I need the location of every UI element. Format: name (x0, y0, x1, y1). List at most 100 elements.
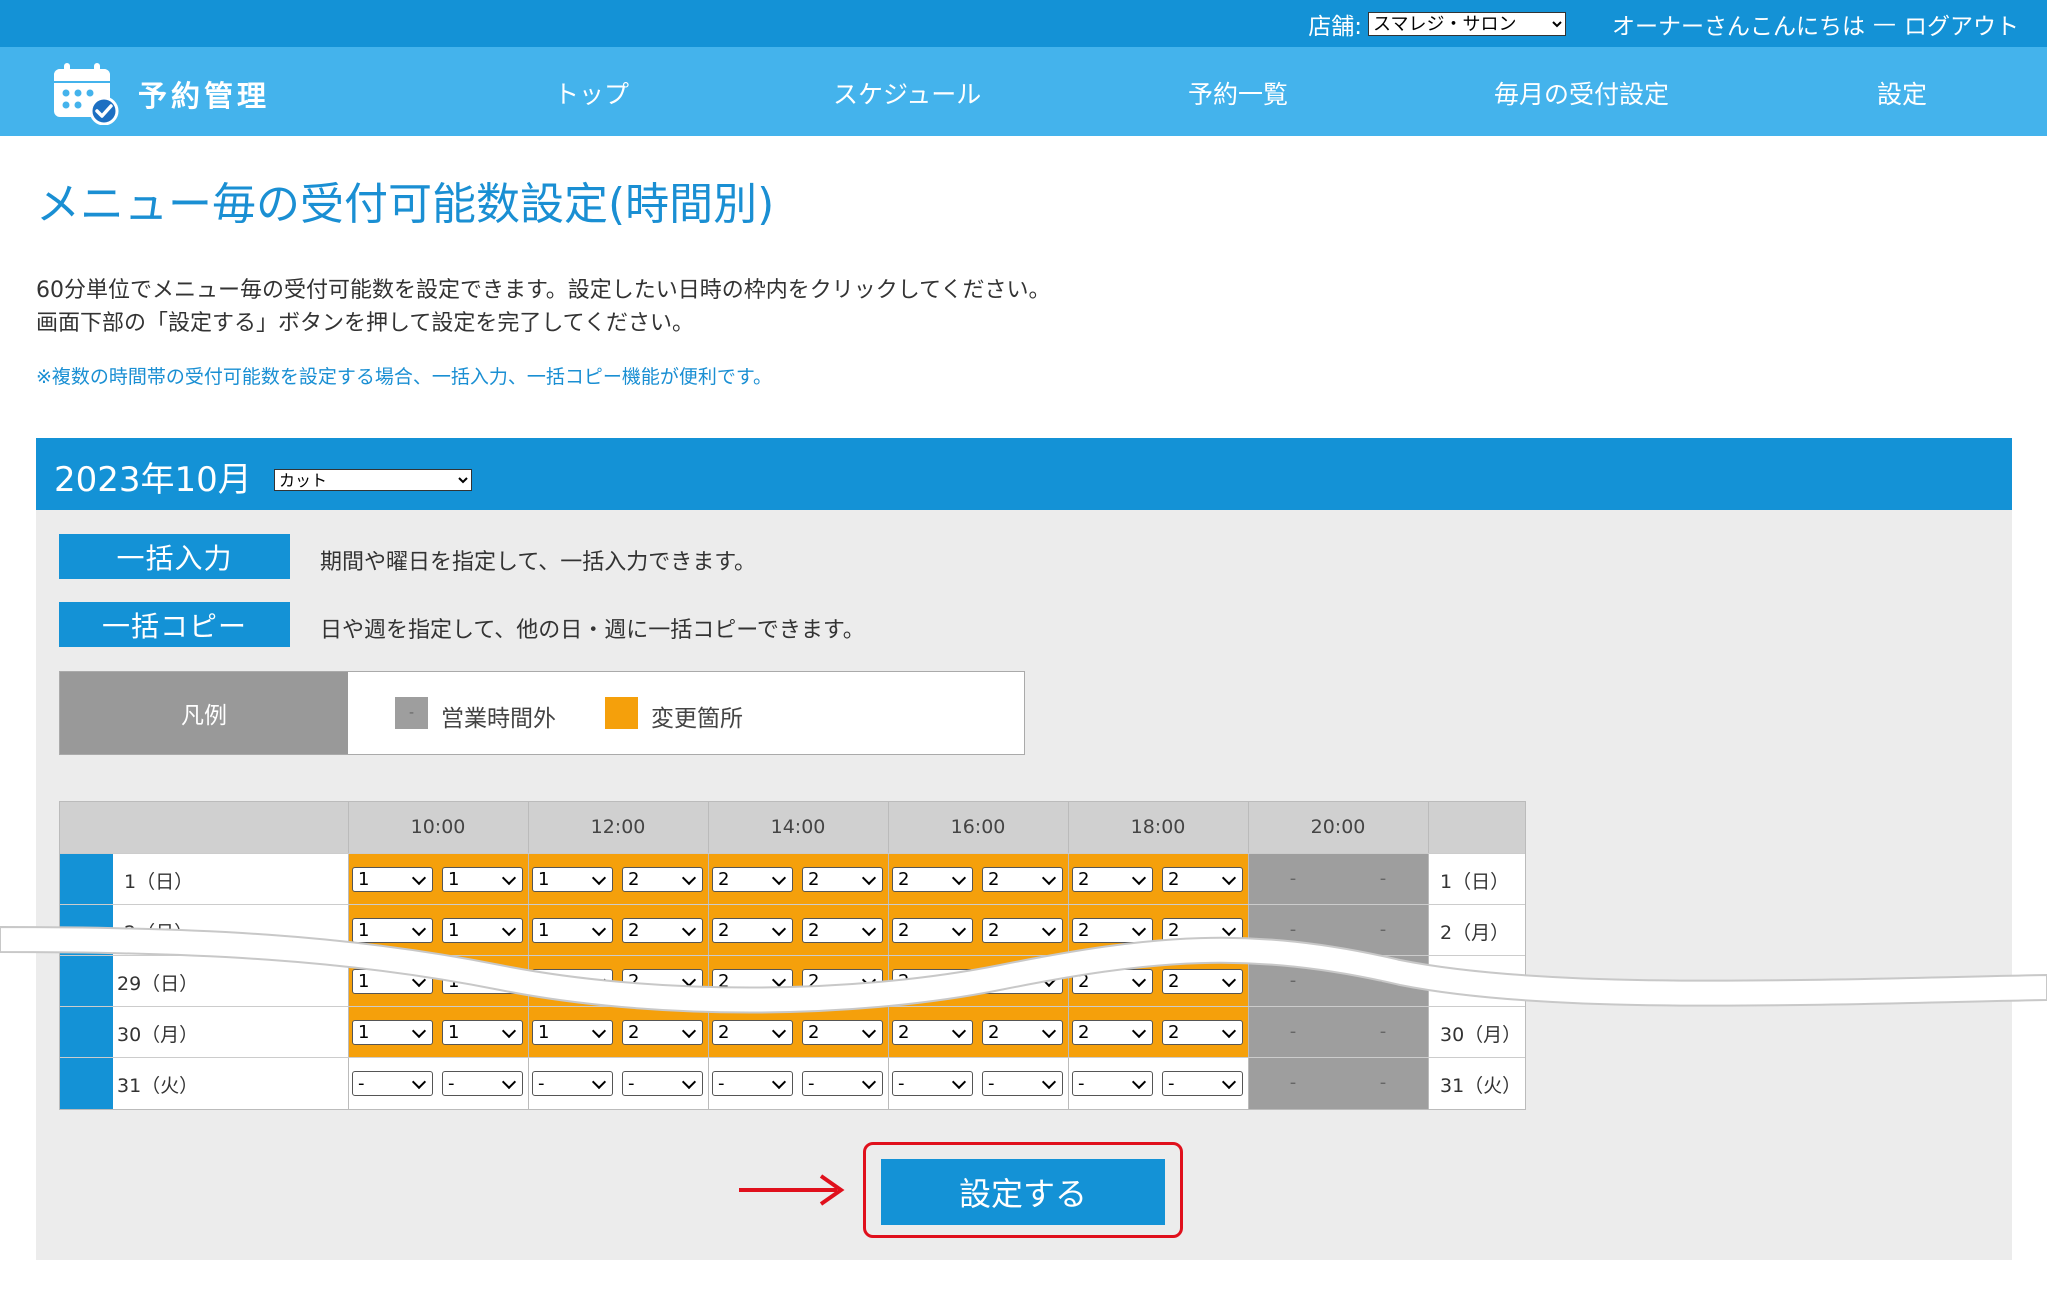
table-row: 30（月） 1 1 1 2 2 2 2 2 2 2- -30（月） (60, 1006, 1525, 1058)
bulk-input-button[interactable]: 一括入力 (59, 534, 290, 579)
capacity-select[interactable]: 2 (892, 867, 973, 892)
capacity-select[interactable]: - (352, 1071, 433, 1096)
table-row: 29（日） 1 1 1 2 2 2 2 2 2 2- -29（日） (60, 955, 1525, 1007)
capacity-select[interactable]: - (982, 1071, 1063, 1096)
store-select[interactable]: スマレジ・サロン (1368, 11, 1566, 36)
arrow-right-icon (739, 1174, 845, 1206)
greeting-text: オーナーさんこんにちは (1612, 13, 1865, 40)
capacity-select[interactable]: 2 (1162, 1020, 1243, 1045)
capacity-select[interactable]: 2 (1162, 969, 1243, 994)
legend-title: 凡例 (60, 672, 348, 754)
column-divider (1428, 1058, 1429, 1109)
capacity-select[interactable]: - (1162, 1071, 1243, 1096)
capacity-select[interactable]: 1 (442, 918, 523, 943)
column-divider (348, 956, 349, 1007)
capacity-select[interactable]: - (802, 1071, 883, 1096)
column-divider (708, 1007, 709, 1058)
greeting-separator: — (1873, 10, 1896, 37)
closed-slot: - (1379, 868, 1387, 889)
nav-schedule[interactable]: スケジュール (833, 75, 981, 111)
column-divider (888, 854, 889, 905)
calendar-check-icon (54, 63, 119, 125)
day-label-right: 31（火） (1440, 1075, 1522, 1097)
capacity-select[interactable]: 2 (1072, 1020, 1153, 1045)
description-line-2: 画面下部の「設定する」ボタンを押して設定を完了してください。 (36, 311, 695, 336)
capacity-select[interactable]: 1 (442, 969, 523, 994)
capacity-select[interactable]: 2 (1072, 867, 1153, 892)
capacity-select[interactable]: - (892, 1071, 973, 1096)
day-label-right: 1（日） (1440, 871, 1510, 893)
column-divider (1428, 956, 1429, 1007)
column-divider (1248, 802, 1249, 853)
column-divider (528, 1058, 529, 1109)
column-divider (1068, 802, 1069, 853)
capacity-select[interactable]: - (622, 1071, 703, 1096)
capacity-select[interactable]: 2 (712, 918, 793, 943)
legend-box: 凡例 - 営業時間外 変更箇所 (59, 671, 1025, 755)
closed-slot: - (1289, 970, 1297, 991)
capacity-select[interactable]: - (712, 1071, 793, 1096)
capacity-select[interactable]: - (442, 1071, 523, 1096)
capacity-select[interactable]: 2 (1162, 918, 1243, 943)
capacity-select[interactable]: 1 (352, 969, 433, 994)
capacity-select[interactable]: 1 (442, 867, 523, 892)
capacity-select[interactable]: 2 (1162, 867, 1243, 892)
capacity-select[interactable]: 1 (352, 918, 433, 943)
menu-select[interactable]: カット (274, 469, 472, 491)
app-logo-text[interactable]: 予約管理 (138, 73, 270, 115)
capacity-select[interactable]: 2 (622, 1020, 703, 1045)
capacity-select[interactable]: 2 (622, 867, 703, 892)
capacity-select[interactable]: 2 (892, 918, 973, 943)
column-divider (1248, 1007, 1249, 1058)
schedule-header: 10:00 12:00 14:00 16:00 18:00 20:00 (60, 802, 1525, 853)
capacity-select[interactable]: 2 (892, 1020, 973, 1045)
hour-label: 12:00 (590, 816, 646, 838)
capacity-select[interactable]: 2 (712, 867, 793, 892)
hour-label: 10:00 (410, 816, 466, 838)
capacity-select[interactable]: 2 (802, 1020, 883, 1045)
column-divider (888, 905, 889, 956)
capacity-select[interactable]: 2 (622, 969, 703, 994)
capacity-select[interactable]: 2 (712, 1020, 793, 1045)
logout-link[interactable]: ログアウト (1904, 7, 2019, 41)
capacity-select[interactable]: 2 (802, 918, 883, 943)
capacity-select[interactable]: 1 (532, 918, 613, 943)
capacity-select[interactable]: 1 (532, 867, 613, 892)
submit-button[interactable]: 設定する (881, 1159, 1165, 1225)
capacity-select[interactable]: 1 (352, 867, 433, 892)
capacity-select[interactable]: 1 (532, 1020, 613, 1045)
column-divider (348, 802, 349, 853)
column-divider (888, 802, 889, 853)
day-label-right: 2（月） (1440, 922, 1510, 944)
capacity-select[interactable]: 2 (982, 1020, 1063, 1045)
schedule-grid: 10:00 12:00 14:00 16:00 18:00 20:00 1（日） 1 1 1 2 2… (59, 801, 1526, 1110)
capacity-select[interactable]: 2 (892, 969, 973, 994)
closed-slot: - (1379, 1021, 1387, 1042)
capacity-select[interactable]: 2 (622, 918, 703, 943)
column-divider (1068, 905, 1069, 956)
column-divider (1068, 854, 1069, 905)
capacity-select[interactable]: 2 (1072, 918, 1153, 943)
nav-reservation-list[interactable]: 予約一覧 (1188, 75, 1288, 111)
capacity-select[interactable]: 2 (982, 867, 1063, 892)
nav-top[interactable]: トップ (554, 75, 629, 111)
capacity-select[interactable]: 2 (982, 969, 1063, 994)
nav-monthly-settings[interactable]: 毎月の受付設定 (1494, 75, 1669, 111)
store-label: 店舗: (1308, 13, 1362, 40)
nav-settings[interactable]: 設定 (1877, 75, 1927, 111)
capacity-select[interactable]: 1 (532, 969, 613, 994)
bulk-copy-button[interactable]: 一括コピー (59, 602, 290, 647)
capacity-select[interactable]: 2 (802, 969, 883, 994)
capacity-select[interactable]: - (532, 1071, 613, 1096)
column-divider (1428, 1007, 1429, 1058)
capacity-select[interactable]: 2 (982, 918, 1063, 943)
capacity-select[interactable]: 2 (1072, 969, 1153, 994)
capacity-select[interactable]: - (1072, 1071, 1153, 1096)
day-label-right: 29（日） (1440, 973, 1522, 995)
capacity-select[interactable]: 2 (712, 969, 793, 994)
column-divider (528, 905, 529, 956)
closed-slot: - (1289, 1072, 1297, 1093)
capacity-select[interactable]: 2 (802, 867, 883, 892)
capacity-select[interactable]: 1 (442, 1020, 523, 1045)
capacity-select[interactable]: 1 (352, 1020, 433, 1045)
